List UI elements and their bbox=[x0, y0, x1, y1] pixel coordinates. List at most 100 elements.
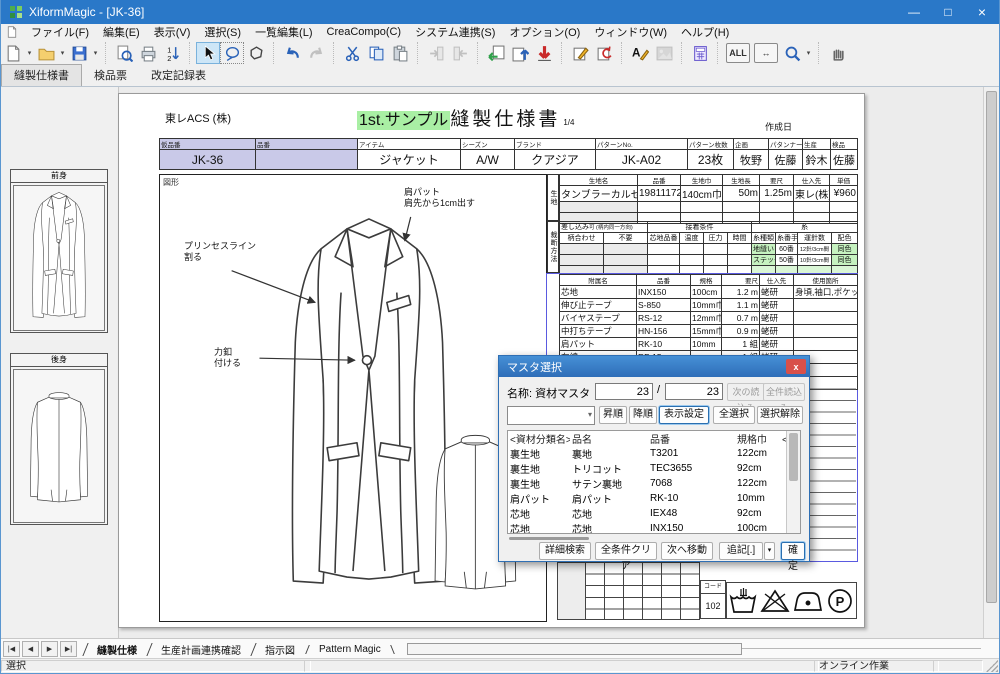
canvas-vertical-scrollbar[interactable] bbox=[983, 87, 999, 639]
table-row[interactable]: 芯地芯地INX150100cm bbox=[508, 521, 794, 534]
list-horizontal-scrollbar[interactable] bbox=[509, 537, 589, 540]
append-button[interactable]: 追記[.] bbox=[719, 542, 763, 560]
table-row[interactable]: 裏生地裏地T3201122cm bbox=[508, 446, 794, 461]
last-sheet-button[interactable]: ▶| bbox=[60, 641, 77, 657]
export-button[interactable] bbox=[448, 42, 472, 64]
current-count-field[interactable] bbox=[595, 383, 653, 400]
redo-button[interactable] bbox=[304, 42, 328, 64]
print-button[interactable] bbox=[136, 42, 160, 64]
title-bar[interactable]: XiformMagic - [JK-36] — □ × bbox=[1, 0, 999, 24]
menu-view[interactable]: 表示(V) bbox=[147, 24, 198, 40]
open-file-button[interactable] bbox=[34, 42, 58, 64]
lasso-select-button[interactable] bbox=[220, 42, 244, 64]
sheet-download-button[interactable] bbox=[532, 42, 556, 64]
copy-button[interactable] bbox=[364, 42, 388, 64]
table-row[interactable]: 芯地芯地IEX4892cm bbox=[508, 506, 794, 521]
pan-hand-button[interactable] bbox=[825, 42, 849, 64]
item-info-table[interactable]: 仮品番 品番 アイテム シーズン ブランド パターンNo. パターン枚数 企画 … bbox=[159, 138, 858, 170]
maximize-button[interactable]: □ bbox=[931, 0, 965, 24]
list-header-width[interactable]: 規格巾 bbox=[735, 431, 780, 446]
cutting-table[interactable]: 差し込み可 (柄内同一方向) 接着条件 糸 柄合わせ 不要 芯地品番 温度 圧力… bbox=[559, 221, 858, 276]
menu-system-link[interactable]: システム連携(S) bbox=[408, 24, 502, 40]
next-load-button[interactable]: 次の読込み bbox=[727, 383, 765, 401]
append-dropdown[interactable]: ▾ bbox=[764, 542, 775, 560]
material-list[interactable]: <資材分類名> 品名 品番 規格巾 <規 裏生地裏地T3201122cm裏生地ト… bbox=[507, 430, 801, 534]
prev-sheet-button[interactable]: ◀ bbox=[22, 641, 39, 657]
paste-button[interactable] bbox=[388, 42, 412, 64]
sort-descending-button[interactable]: 降順 bbox=[629, 406, 657, 424]
dialog-title-bar[interactable]: マスタ選択 x bbox=[499, 356, 809, 377]
display-settings-button[interactable]: 表示設定 bbox=[659, 406, 709, 424]
new-document-button[interactable] bbox=[1, 42, 25, 64]
table-row[interactable]: 裏生地サテン裏地7068122cm bbox=[508, 476, 794, 491]
move-next-button[interactable]: 次へ移動 bbox=[661, 542, 713, 560]
calculator-button[interactable] bbox=[688, 42, 712, 64]
list-header-name[interactable]: 品名 bbox=[570, 431, 648, 446]
list-vertical-scrollbar[interactable] bbox=[786, 431, 800, 533]
sheet-tab-pattern-magic[interactable]: Pattern Magic bbox=[307, 644, 393, 655]
print-preview-button[interactable] bbox=[112, 42, 136, 64]
table-row[interactable]: 肩パット肩パットRK-1010mm bbox=[508, 491, 794, 506]
sheet-import-button[interactable] bbox=[484, 42, 508, 64]
undo-button[interactable] bbox=[280, 42, 304, 64]
save-dropdown[interactable]: ▾ bbox=[91, 42, 100, 64]
resize-grip[interactable] bbox=[986, 660, 998, 672]
select-cursor-button[interactable] bbox=[196, 42, 220, 64]
zoom-dropdown[interactable]: ▾ bbox=[804, 42, 813, 64]
menu-window[interactable]: ウィンドウ(W) bbox=[587, 24, 674, 40]
total-count-field[interactable] bbox=[665, 383, 723, 400]
thumbnail-front-body[interactable]: 前身 bbox=[10, 169, 108, 333]
list-header-category[interactable]: <資材分類名> bbox=[508, 431, 570, 446]
clear-conditions-button[interactable]: 全条件クリア bbox=[595, 542, 657, 560]
sheet-tab-sewing-spec[interactable]: 縫製仕様 bbox=[85, 642, 149, 657]
sort-order-button[interactable] bbox=[160, 42, 184, 64]
menu-help[interactable]: ヘルプ(H) bbox=[674, 24, 736, 40]
filter-combo-box[interactable]: ▾ bbox=[507, 406, 595, 425]
menu-edit[interactable]: 編集(E) bbox=[96, 24, 147, 40]
scrollbar-thumb[interactable] bbox=[789, 433, 798, 481]
tab-sewing-spec[interactable]: 縫製仕様書 bbox=[1, 64, 82, 86]
menu-select[interactable]: 選択(S) bbox=[197, 24, 248, 40]
open-file-dropdown[interactable]: ▾ bbox=[58, 42, 67, 64]
tab-inspection-slip[interactable]: 検品票 bbox=[82, 65, 139, 86]
detail-search-button[interactable]: 詳細検索 bbox=[539, 542, 591, 560]
sheet-upload-button[interactable] bbox=[508, 42, 532, 64]
cut-button[interactable] bbox=[340, 42, 364, 64]
canvas-horizontal-scrollbar[interactable] bbox=[407, 643, 981, 656]
minimize-button[interactable]: — bbox=[897, 0, 931, 24]
import-button[interactable] bbox=[424, 42, 448, 64]
polygon-select-button[interactable] bbox=[244, 42, 268, 64]
menu-file[interactable]: ファイル(F) bbox=[24, 24, 96, 40]
edit-sheet-button[interactable] bbox=[568, 42, 592, 64]
menu-list-edit[interactable]: 一覧編集(L) bbox=[248, 24, 319, 40]
text-edit-button[interactable] bbox=[628, 42, 652, 64]
scrollbar-thumb[interactable] bbox=[986, 91, 997, 603]
sheet-tab-production-plan[interactable]: 生産計画連携確認 bbox=[149, 642, 253, 657]
master-select-dialog[interactable]: マスタ選択 x 名称: 資材マスタ / 次の読込み 全件読込み ▾ 昇順 降順 … bbox=[498, 355, 810, 562]
image-button[interactable] bbox=[652, 42, 676, 64]
figure-area[interactable]: 図形 肩パット 肩先から1cm出す プリンセスライン 割る 力釦 付ける bbox=[159, 174, 547, 622]
new-document-dropdown[interactable]: ▾ bbox=[25, 42, 34, 64]
show-all-button[interactable]: ALL bbox=[726, 43, 750, 63]
confirm-button[interactable]: 確定 bbox=[781, 542, 805, 560]
menu-creacompo[interactable]: CreaCompo(C) bbox=[320, 26, 409, 38]
table-row[interactable]: 裏生地トリコットTEC365592cm bbox=[508, 461, 794, 476]
zoom-button[interactable] bbox=[780, 42, 804, 64]
dialog-close-button[interactable]: x bbox=[786, 359, 806, 374]
sheet-tab-instruction[interactable]: 指示図 bbox=[253, 642, 307, 657]
all-load-button[interactable]: 全件読込み bbox=[763, 383, 805, 401]
fabric-table[interactable]: 生地名 品番 生地巾 生地長 要尺 仕入先 単価 タンブラーカルゼ1981117… bbox=[559, 174, 858, 224]
refresh-sheet-button[interactable] bbox=[592, 42, 616, 64]
close-button[interactable]: × bbox=[965, 0, 999, 24]
save-button[interactable] bbox=[67, 42, 91, 64]
next-sheet-button[interactable]: ▶ bbox=[41, 641, 58, 657]
fit-width-button[interactable]: ↔ bbox=[754, 43, 778, 63]
menu-options[interactable]: オプション(O) bbox=[502, 24, 587, 40]
deselect-button[interactable]: 選択解除 bbox=[757, 406, 803, 424]
select-all-button[interactable]: 全選択 bbox=[713, 406, 755, 424]
list-header-number[interactable]: 品番 bbox=[648, 431, 735, 446]
scrollbar-thumb[interactable] bbox=[407, 643, 742, 655]
first-sheet-button[interactable]: |◀ bbox=[3, 641, 20, 657]
tab-revision-record[interactable]: 改定記録表 bbox=[139, 65, 218, 86]
sort-ascending-button[interactable]: 昇順 bbox=[599, 406, 627, 424]
